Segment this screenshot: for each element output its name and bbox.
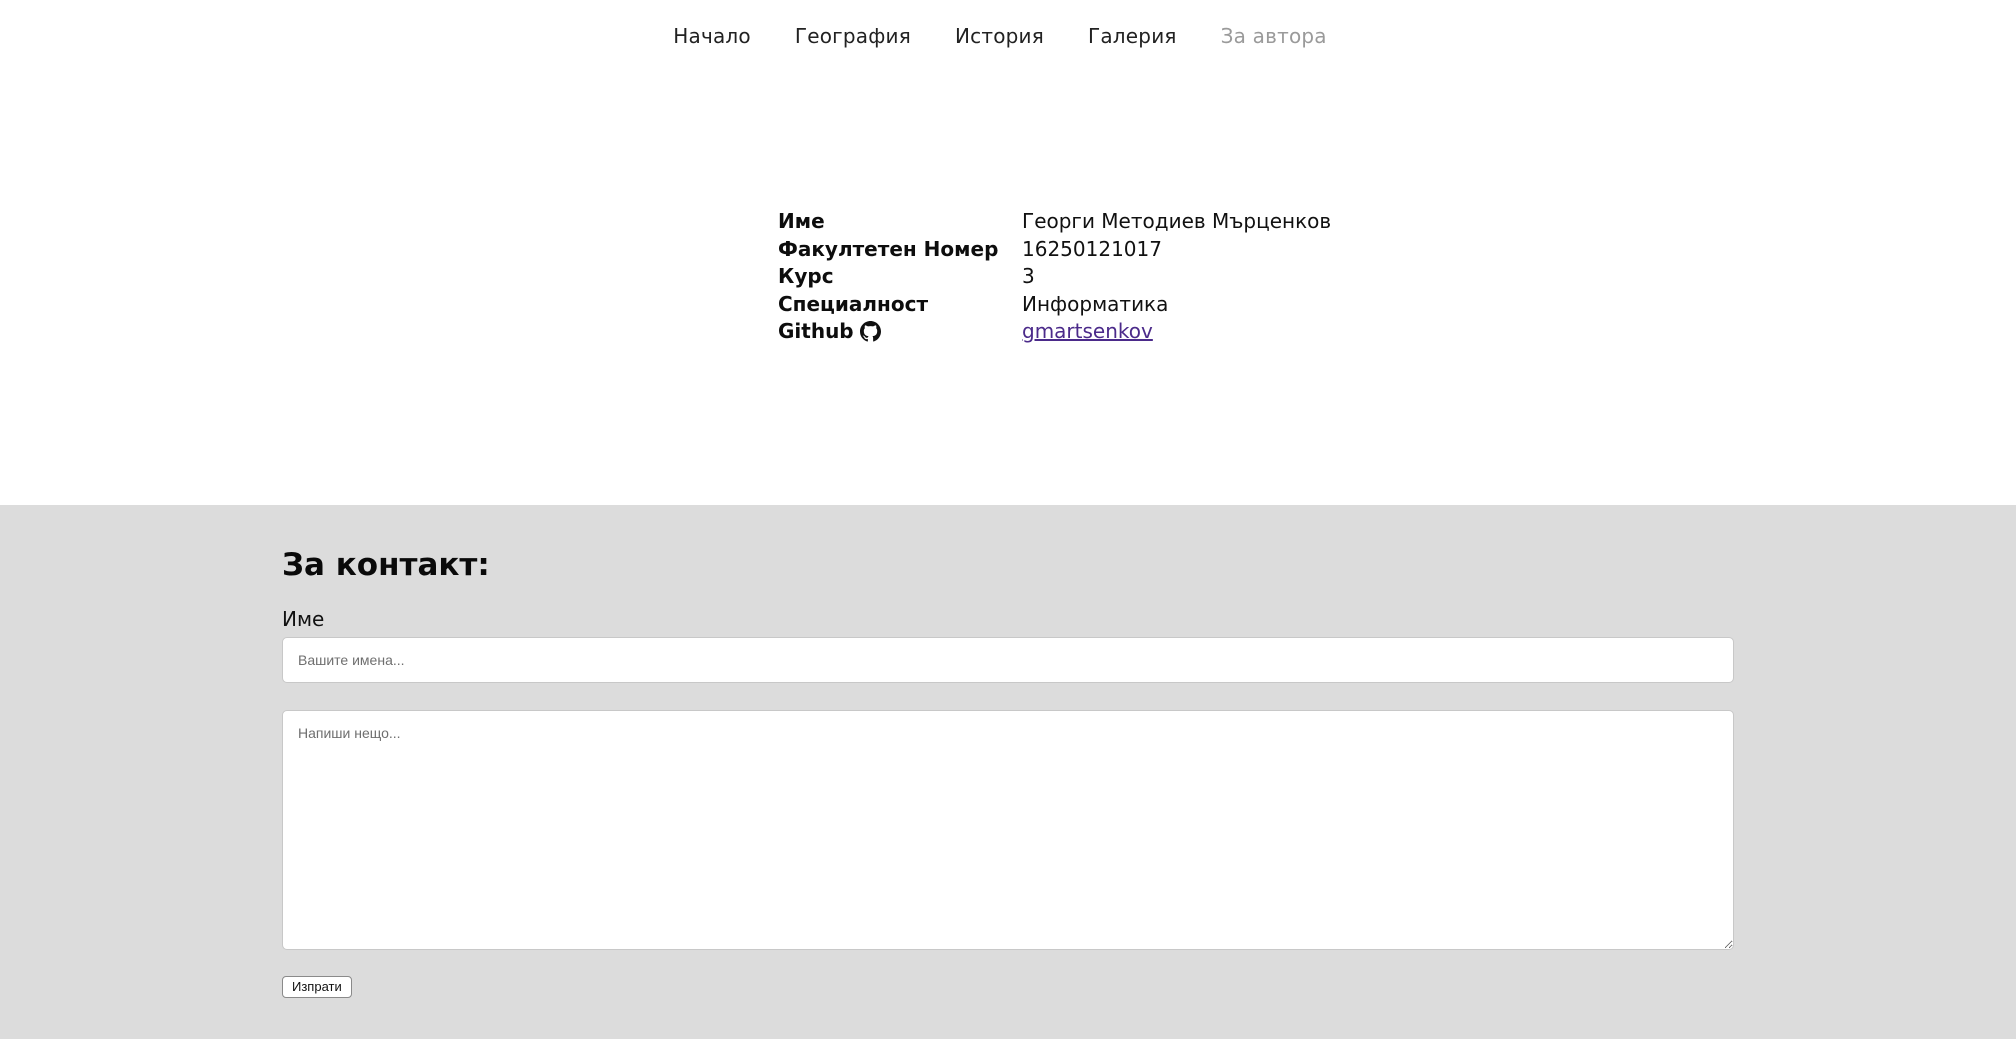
message-textarea[interactable]: [282, 710, 1734, 950]
info-row-course: Курс 3: [778, 263, 1331, 291]
contact-title: За контакт:: [282, 547, 490, 583]
info-row-name: Име Георги Методиев Мърценков: [778, 208, 1331, 236]
name-label: Име: [282, 607, 325, 631]
info-label: Факултетен Номер: [778, 236, 999, 261]
info-row-faculty-number: Факултетен Номер 16250121017: [778, 236, 1331, 264]
info-label: Специалност: [778, 291, 929, 316]
info-value: gmartsenkov: [1022, 318, 1153, 346]
author-info: Име Георги Методиев Мърценков Факултетен…: [778, 208, 1331, 346]
nav-item-about-author[interactable]: За автора: [1199, 24, 1349, 48]
info-label: Име: [778, 209, 825, 233]
main-nav: Начало География История Галерия За авто…: [0, 0, 2016, 72]
contact-section: За контакт: Име Изпрати: [0, 505, 2016, 1039]
nav-item-gallery[interactable]: Галерия: [1066, 24, 1199, 48]
nav-item-home[interactable]: Начало: [651, 24, 773, 48]
nav-list: Начало География История Галерия За авто…: [651, 24, 1349, 48]
info-value: Георги Методиев Мърценков: [1022, 209, 1332, 233]
info-value: 16250121017: [1022, 236, 1162, 261]
info-label-text: Github: [778, 319, 854, 343]
info-label-github: Github: [778, 318, 1022, 346]
info-value: Информатика: [1022, 291, 1169, 316]
nav-item-history[interactable]: История: [933, 24, 1066, 48]
send-button[interactable]: Изпрати: [282, 976, 352, 998]
info-row-specialty: Специалност Информатика: [778, 291, 1331, 319]
info-row-github: Github gmartsenkov: [778, 318, 1331, 346]
info-value: 3: [1022, 264, 1035, 288]
github-link[interactable]: gmartsenkov: [1022, 319, 1153, 343]
github-icon: [859, 321, 881, 342]
info-label: Курс: [778, 264, 834, 288]
name-input[interactable]: [282, 637, 1734, 683]
nav-item-geography[interactable]: География: [773, 24, 933, 48]
